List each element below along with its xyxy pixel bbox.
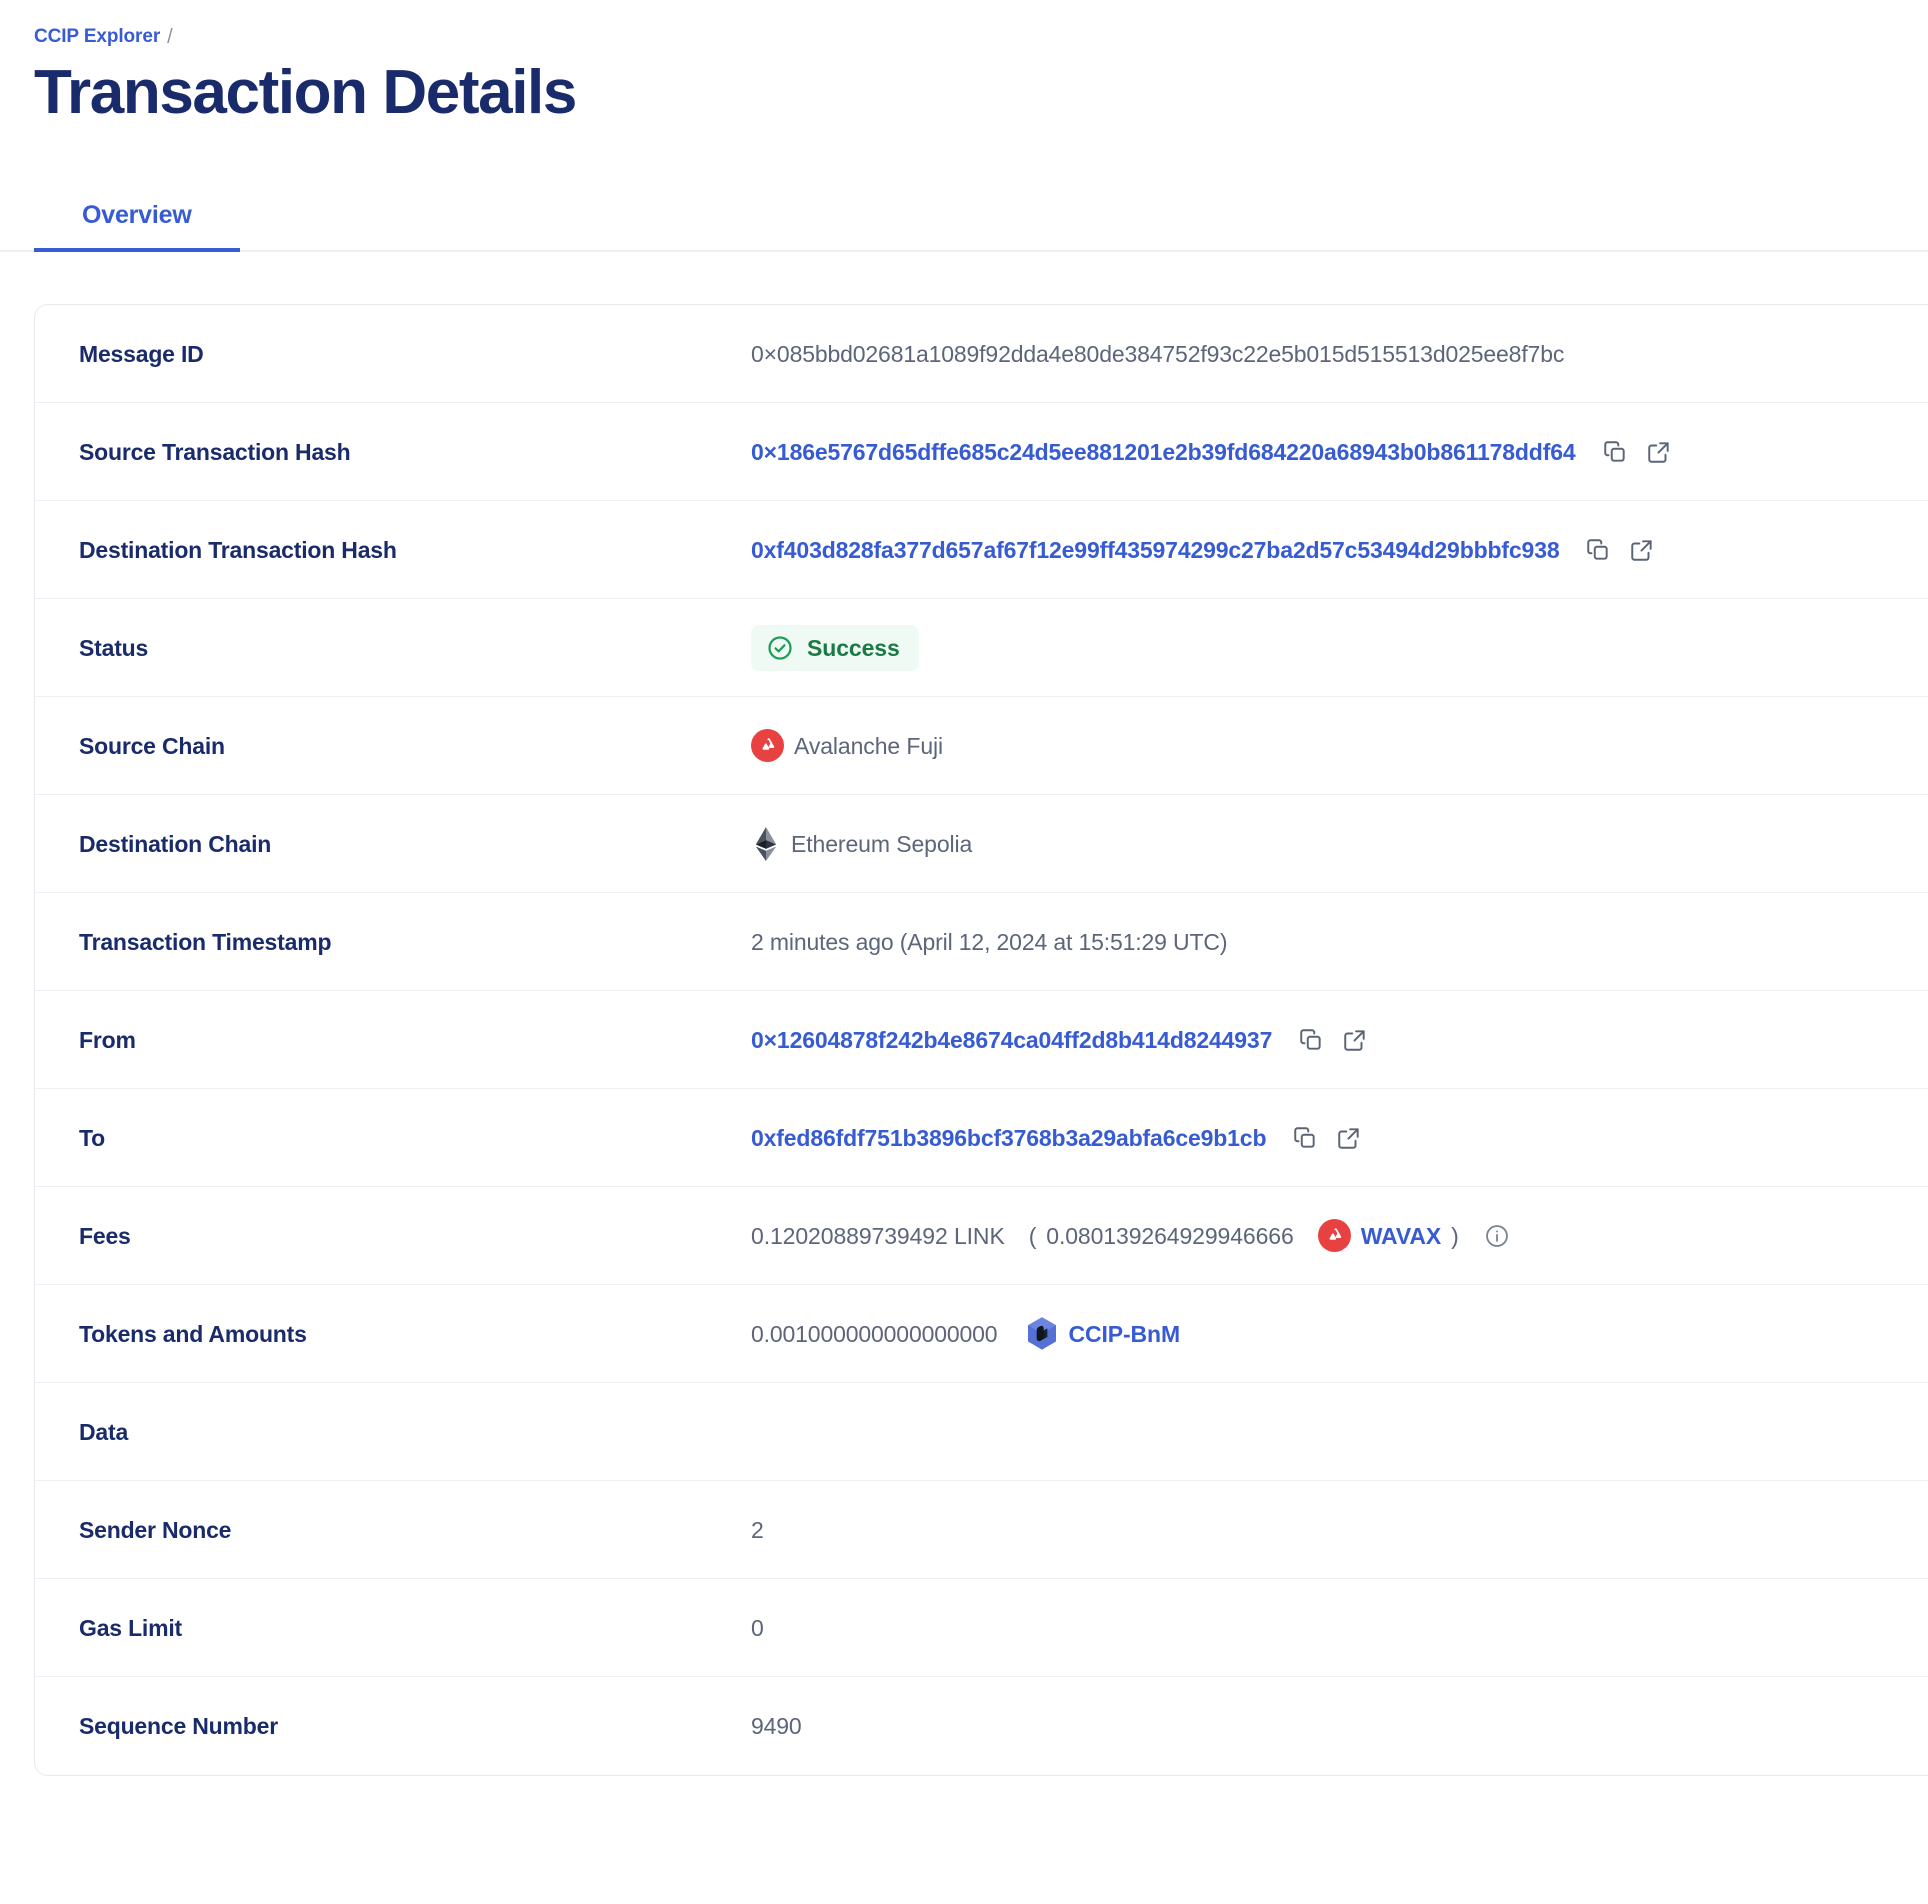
label-data: Data — [79, 1418, 129, 1445]
row-destination-transaction-hash: Destination Transaction Hash 0xf403d828f… — [35, 501, 1928, 599]
source-transaction-hash-link[interactable]: 0×186e5767d65dffe685c24d5ee881201e2b39fd… — [751, 436, 1576, 468]
value-gas-limit: 0 — [751, 1612, 1928, 1644]
label-from: From — [79, 1026, 136, 1053]
label-tokens-and-amounts: Tokens and Amounts — [79, 1320, 307, 1347]
row-sequence-number: Sequence Number 9490 — [35, 1677, 1928, 1775]
tab-bar-divider — [0, 250, 1928, 252]
value-sender-nonce: 2 — [751, 1514, 1928, 1546]
external-link-icon[interactable] — [1625, 533, 1659, 567]
value-message-id: 0×085bbd02681a1089f92dda4e80de384752f93c… — [751, 338, 1928, 370]
check-circle-icon — [766, 634, 794, 662]
row-source-transaction-hash: Source Transaction Hash 0×186e5767d65dff… — [35, 403, 1928, 501]
value-source-transaction-hash: 0×186e5767d65dffe685c24d5ee881201e2b39fd… — [751, 435, 1928, 469]
row-sender-nonce: Sender Nonce 2 — [35, 1481, 1928, 1579]
label-status: Status — [79, 634, 149, 661]
label-sequence-number: Sequence Number — [79, 1713, 278, 1739]
external-link-icon[interactable] — [1338, 1023, 1372, 1057]
fees-paren-open: ( — [1028, 1222, 1037, 1249]
transaction-details-page: CCIP Explorer / Transaction Details Over… — [0, 0, 1928, 1904]
label-destination-chain: Destination Chain — [79, 830, 272, 857]
label-source-chain: Source Chain — [79, 732, 225, 759]
label-fees: Fees — [79, 1222, 131, 1249]
value-sequence-number: 9490 — [751, 1710, 1928, 1742]
value-to: 0xfed86fdf751b3896bcf3768b3a29abfa6ce9b1… — [751, 1121, 1928, 1155]
row-status: Status Success — [35, 599, 1928, 697]
label-gas-limit: Gas Limit — [79, 1614, 183, 1641]
value-tokens-and-amounts: 0.001000000000000000 CCIP-BnM — [751, 1316, 1928, 1352]
fees-secondary-amount: 0.080139264929946666 — [1046, 1222, 1294, 1249]
transaction-details-card: Message ID 0×085bbd02681a1089f92dda4e80d… — [34, 304, 1928, 1776]
avalanche-logo-icon — [1317, 1219, 1351, 1252]
page-title: Transaction Details — [34, 58, 577, 127]
avalanche-logo-icon — [751, 729, 784, 762]
row-tokens-and-amounts: Tokens and Amounts 0.001000000000000000 … — [35, 1285, 1928, 1383]
value-destination-chain: Ethereum Sepolia — [751, 826, 1928, 861]
breadcrumb-link-ccip-explorer[interactable]: CCIP Explorer — [34, 24, 160, 50]
label-destination-transaction-hash: Destination Transaction Hash — [79, 536, 397, 563]
transaction-timestamp-text: 2 minutes ago (April 12, 2024 at 15:51:2… — [751, 928, 1228, 955]
token-amount-text: 0.001000000000000000 — [751, 1320, 998, 1347]
ccip-bnm-token-link[interactable]: CCIP-BnM — [1068, 1318, 1180, 1350]
tab-overview[interactable]: Overview — [34, 200, 240, 252]
row-destination-chain: Destination Chain Ethereum Sepolia — [35, 795, 1928, 893]
breadcrumb: CCIP Explorer / — [34, 24, 1928, 50]
row-data: Data — [35, 1383, 1928, 1481]
label-sender-nonce: Sender Nonce — [79, 1516, 232, 1543]
label-message-id: Message ID — [79, 340, 204, 367]
sender-nonce-text: 2 — [751, 1516, 764, 1543]
fees-paren-close: ) — [1451, 1222, 1459, 1249]
to-address-link[interactable]: 0xfed86fdf751b3896bcf3768b3a29abfa6ce9b1… — [751, 1122, 1267, 1154]
status-badge: Success — [751, 624, 919, 671]
label-to: To — [79, 1124, 105, 1151]
sequence-number-text: 9490 — [751, 1713, 802, 1739]
copy-icon[interactable] — [1288, 1121, 1322, 1155]
row-source-chain: Source Chain Avalanche Fuji — [35, 697, 1928, 795]
value-fees: 0.12020889739492 LINK ( 0.08013926492994… — [751, 1219, 1928, 1252]
value-transaction-timestamp: 2 minutes ago (April 12, 2024 at 15:51:2… — [751, 926, 1928, 958]
value-from: 0×12604878f242b4e8674ca04ff2d8b414d82449… — [751, 1023, 1928, 1057]
gas-limit-text: 0 — [751, 1614, 764, 1641]
value-destination-transaction-hash: 0xf403d828fa377d657af67f12e99ff435974299… — [751, 533, 1928, 567]
label-source-transaction-hash: Source Transaction Hash — [79, 438, 351, 465]
row-transaction-timestamp: Transaction Timestamp 2 minutes ago (Apr… — [35, 893, 1928, 991]
source-chain-name: Avalanche Fuji — [794, 732, 944, 759]
external-link-icon[interactable] — [1642, 435, 1676, 469]
fees-primary-amount: 0.12020889739492 LINK — [751, 1222, 1005, 1249]
row-from: From 0×12604878f242b4e8674ca04ff2d8b414d… — [35, 991, 1928, 1089]
value-source-chain: Avalanche Fuji — [751, 729, 1928, 762]
row-to: To 0xfed86fdf751b3896bcf3768b3a29abfa6ce… — [35, 1089, 1928, 1187]
breadcrumb-separator: / — [167, 26, 173, 48]
destination-transaction-hash-link[interactable]: 0xf403d828fa377d657af67f12e99ff435974299… — [751, 534, 1560, 566]
copy-icon[interactable] — [1598, 435, 1632, 469]
page-header: CCIP Explorer / Transaction Details — [0, 0, 1928, 130]
row-gas-limit: Gas Limit 0 — [35, 1579, 1928, 1677]
row-message-id: Message ID 0×085bbd02681a1089f92dda4e80d… — [35, 305, 1928, 403]
fees-token-link[interactable]: WAVAX — [1361, 1220, 1442, 1252]
ccip-bnm-token-icon — [1025, 1316, 1058, 1352]
status-badge-label: Success — [807, 634, 900, 661]
destination-chain-name: Ethereum Sepolia — [791, 830, 973, 857]
copy-icon[interactable] — [1294, 1023, 1328, 1057]
external-link-icon[interactable] — [1332, 1121, 1366, 1155]
ethereum-logo-icon — [751, 826, 781, 861]
tab-bar: Overview — [0, 180, 1928, 252]
row-fees: Fees 0.12020889739492 LINK ( 0.080139264… — [35, 1187, 1928, 1285]
from-address-link[interactable]: 0×12604878f242b4e8674ca04ff2d8b414d82449… — [751, 1024, 1272, 1056]
value-status: Success — [751, 624, 1928, 671]
info-icon[interactable] — [1483, 1222, 1511, 1250]
label-transaction-timestamp: Transaction Timestamp — [79, 928, 332, 955]
message-id-text: 0×085bbd02681a1089f92dda4e80de384752f93c… — [751, 340, 1565, 367]
copy-icon[interactable] — [1581, 533, 1615, 567]
